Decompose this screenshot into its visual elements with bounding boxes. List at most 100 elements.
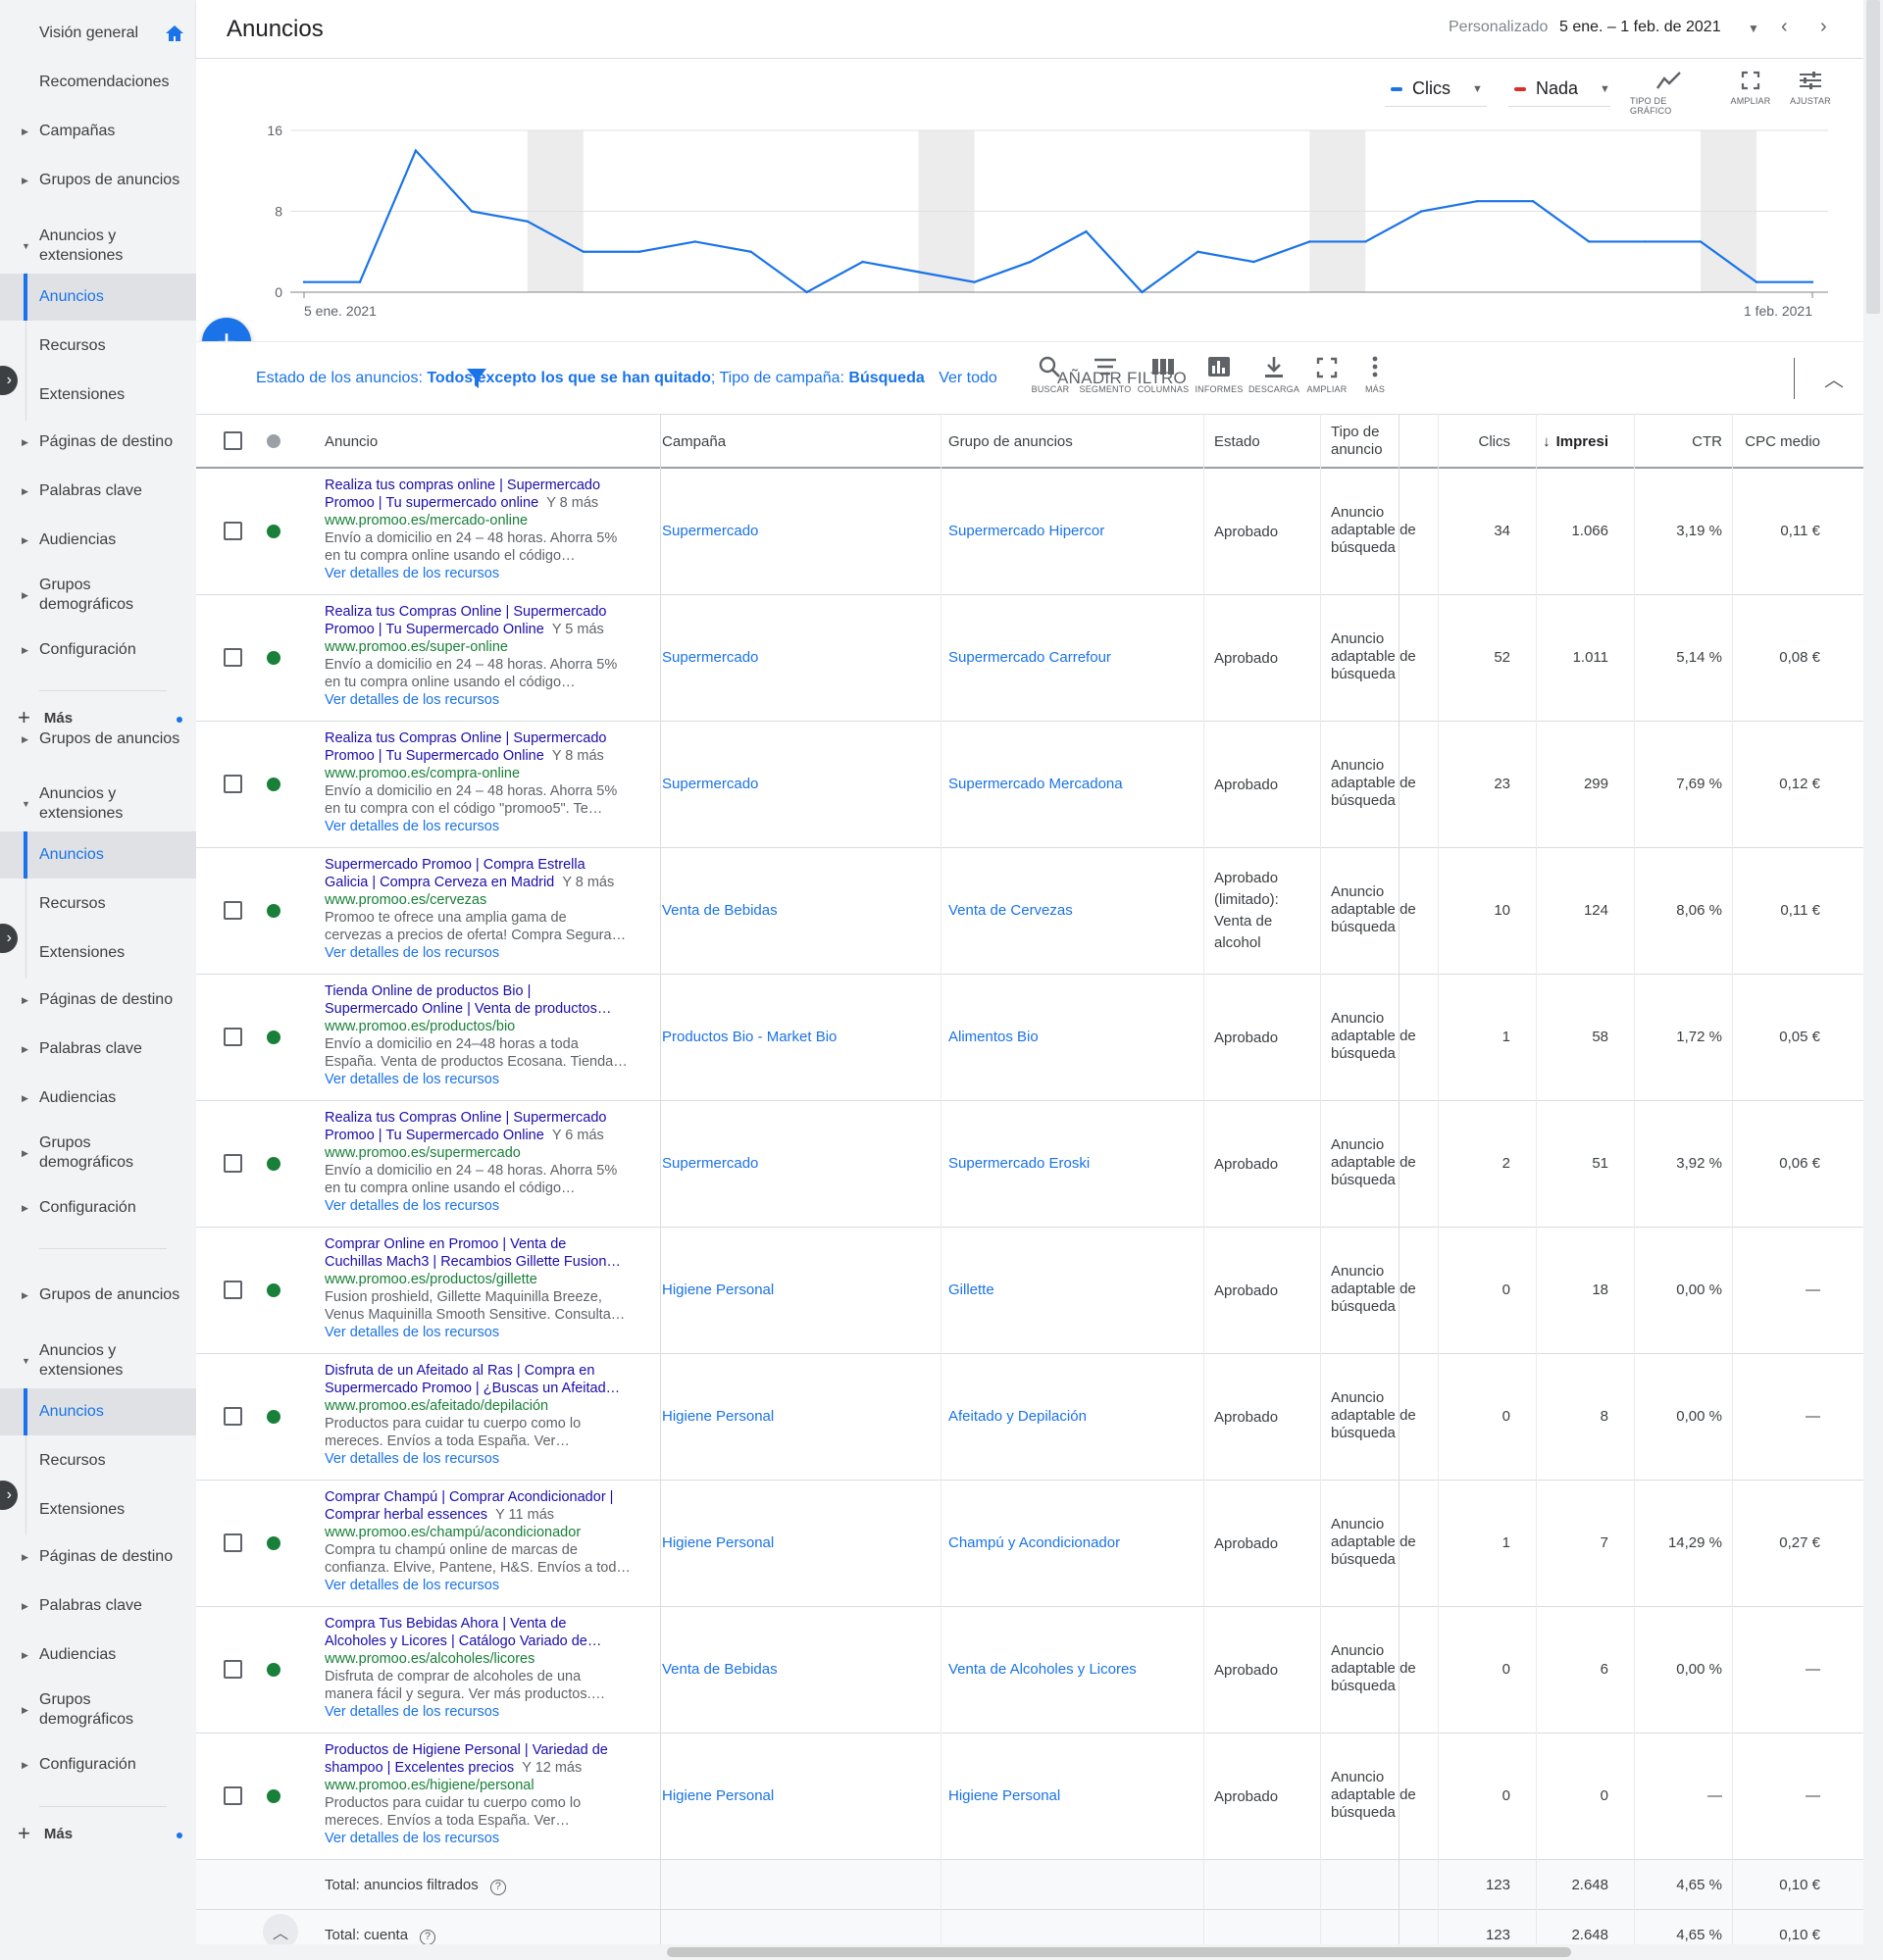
- view-asset-details-link[interactable]: Ver detalles de los recursos: [325, 1324, 638, 1341]
- sidebar-item-assets[interactable]: Recursos: [0, 882, 196, 926]
- sidebar-item-audiences[interactable]: ▶ Audiencias: [0, 1635, 196, 1675]
- campaign-link[interactable]: Supermercado: [662, 1154, 937, 1174]
- sidebar-item-demographics[interactable]: ▶ Grupos demográficos: [0, 1126, 196, 1181]
- toolbar-more-button[interactable]: MÁS: [1341, 356, 1409, 394]
- next-period-icon[interactable]: ›: [1820, 16, 1827, 38]
- ad-group-link[interactable]: Venta de Alcoholes y Licores: [948, 1660, 1203, 1680]
- ad-headline-1[interactable]: Compra Tus Bebidas Ahora | Venta de: [325, 1615, 638, 1633]
- col-ad-group[interactable]: Grupo de anuncios: [948, 415, 1073, 468]
- table-row[interactable]: Supermercado Promoo | Compra Estrella Ga…: [196, 848, 1863, 975]
- row-checkbox[interactable]: [224, 1154, 242, 1173]
- sidebar-item-audiences[interactable]: ▶ Audiencias: [0, 521, 196, 560]
- sidebar-item-landing[interactable]: ▶ Páginas de destino: [0, 1537, 196, 1577]
- view-asset-details-link[interactable]: Ver detalles de los recursos: [325, 1071, 638, 1088]
- prev-period-icon[interactable]: ‹: [1781, 16, 1788, 38]
- sidebar-item-ads[interactable]: Anuncios: [0, 274, 196, 321]
- row-checkbox[interactable]: [224, 775, 242, 793]
- row-checkbox[interactable]: [224, 1533, 242, 1552]
- row-checkbox[interactable]: [224, 1028, 242, 1046]
- row-checkbox[interactable]: [224, 1660, 242, 1679]
- collapse-chevron-icon[interactable]: ︿: [1824, 364, 1844, 392]
- vertical-scrollbar[interactable]: [1863, 0, 1883, 1960]
- col-cpc[interactable]: CPC medio: [1732, 415, 1820, 468]
- ad-headline-2[interactable]: Supermercado Promoo | ¿Buscas un Afeitad…: [325, 1380, 638, 1397]
- campaign-link[interactable]: Higiene Personal: [662, 1786, 937, 1806]
- ad-headline-1[interactable]: Supermercado Promoo | Compra Estrella: [325, 856, 638, 874]
- campaign-link[interactable]: Higiene Personal: [662, 1281, 937, 1300]
- sidebar-item-ads-ext[interactable]: ▼ Anuncios y extensiones: [0, 219, 196, 274]
- sidebar-item-campaigns[interactable]: ▶ Campañas: [0, 112, 196, 151]
- view-asset-details-link[interactable]: Ver detalles de los recursos: [325, 1830, 638, 1847]
- campaign-link[interactable]: Supermercado: [662, 648, 937, 668]
- view-asset-details-link[interactable]: Ver detalles de los recursos: [325, 1577, 638, 1594]
- date-dropdown-icon[interactable]: ▼: [1748, 22, 1759, 35]
- ad-headline-1[interactable]: Realiza tus Compras Online | Supermercad…: [325, 603, 638, 621]
- sidebar-item-assets[interactable]: Recursos: [0, 325, 196, 368]
- sidebar-item-ads[interactable]: Anuncios: [0, 1388, 196, 1435]
- view-asset-details-link[interactable]: Ver detalles de los recursos: [325, 565, 638, 582]
- date-range-value[interactable]: 5 ene. – 1 feb. de 2021: [1559, 19, 1721, 36]
- ad-headline-2[interactable]: Promoo | Tu supermercado online Y 8 más: [325, 494, 638, 512]
- sidebar-item-ad-groups[interactable]: ▶ Grupos de anuncios: [0, 720, 196, 759]
- ad-headline-1[interactable]: Productos de Higiene Personal | Variedad…: [325, 1741, 638, 1759]
- sidebar-item-settings[interactable]: ▶ Configuración: [0, 1188, 196, 1228]
- ad-headline-1[interactable]: Comprar Champú | Comprar Acondicionador …: [325, 1488, 638, 1506]
- row-checkbox[interactable]: [224, 901, 242, 920]
- sidebar-item-extensions[interactable]: Extensiones: [0, 374, 196, 417]
- see-all-link[interactable]: Ver todo: [939, 370, 997, 386]
- ad-group-link[interactable]: Supermercado Carrefour: [948, 648, 1203, 668]
- sidebar-item-landing[interactable]: ▶ Páginas de destino: [0, 423, 196, 462]
- campaign-link[interactable]: Supermercado: [662, 522, 937, 541]
- col-ad[interactable]: Anuncio: [325, 415, 378, 468]
- ad-headline-1[interactable]: Realiza tus compras online | Supermercad…: [325, 477, 638, 494]
- view-asset-details-link[interactable]: Ver detalles de los recursos: [325, 1197, 638, 1215]
- ad-headline-2[interactable]: Comprar herbal essences Y 11 más: [325, 1506, 638, 1524]
- hscroll-thumb[interactable]: [667, 1947, 1571, 1957]
- view-asset-details-link[interactable]: Ver detalles de los recursos: [325, 818, 638, 835]
- view-asset-details-link[interactable]: Ver detalles de los recursos: [325, 944, 638, 962]
- table-row[interactable]: Realiza tus Compras Online | Supermercad…: [196, 1101, 1863, 1228]
- ad-headline-2[interactable]: Promoo | Tu Supermercado Online Y 6 más: [325, 1127, 638, 1144]
- col-campaign[interactable]: Campaña: [662, 415, 726, 468]
- table-row[interactable]: Tienda Online de productos Bio | Superme…: [196, 975, 1863, 1101]
- ad-headline-1[interactable]: Tienda Online de productos Bio |: [325, 982, 638, 1000]
- help-icon[interactable]: ?: [420, 1930, 436, 1945]
- ad-group-link[interactable]: Higiene Personal: [948, 1786, 1203, 1806]
- sidebar-item-demographics[interactable]: ▶ Grupos demográficos: [0, 568, 196, 623]
- sidebar-more[interactable]: + Más: [18, 1823, 73, 1844]
- ad-group-link[interactable]: Venta de Cervezas: [948, 901, 1203, 921]
- ad-headline-2[interactable]: Galicia | Compra Cerveza en Madrid Y 8 m…: [325, 874, 638, 891]
- ad-headline-1[interactable]: Disfruta de un Afeitado al Ras | Compra …: [325, 1362, 638, 1380]
- sidebar-item-settings[interactable]: ▶ Configuración: [0, 630, 196, 670]
- ad-group-link[interactable]: Alimentos Bio: [948, 1028, 1203, 1047]
- ad-headline-2[interactable]: Promoo | Tu Supermercado Online Y 5 más: [325, 621, 638, 638]
- ad-headline-2[interactable]: Supermercado Online | Venta de productos…: [325, 1000, 638, 1018]
- date-range-type[interactable]: Personalizado: [1449, 19, 1548, 36]
- campaign-link[interactable]: Higiene Personal: [662, 1407, 937, 1427]
- ad-headline-1[interactable]: Realiza tus Compras Online | Supermercad…: [325, 1109, 638, 1127]
- table-row[interactable]: Productos de Higiene Personal | Variedad…: [196, 1734, 1863, 1860]
- campaign-link[interactable]: Higiene Personal: [662, 1533, 937, 1553]
- sidebar-item-landing[interactable]: ▶ Páginas de destino: [0, 980, 196, 1020]
- row-checkbox[interactable]: [224, 522, 242, 540]
- sidebar-item-ads-ext[interactable]: ▼ Anuncios y extensiones: [0, 777, 196, 831]
- sidebar-item-extensions[interactable]: Extensiones: [0, 1488, 196, 1532]
- sidebar-item-assets[interactable]: Recursos: [0, 1439, 196, 1483]
- sidebar-item-ads[interactable]: Anuncios: [0, 831, 196, 879]
- sidebar-item-recommendations[interactable]: Recomendaciones: [0, 63, 196, 102]
- row-checkbox[interactable]: [224, 1281, 242, 1299]
- table-row[interactable]: Disfruta de un Afeitado al Ras | Compra …: [196, 1354, 1863, 1481]
- campaign-link[interactable]: Venta de Bebidas: [662, 1660, 937, 1680]
- ad-group-link[interactable]: Supermercado Mercadona: [948, 775, 1203, 794]
- select-all-checkbox[interactable]: [224, 431, 242, 450]
- sidebar-item-keywords[interactable]: ▶ Palabras clave: [0, 1030, 196, 1069]
- active-filters[interactable]: Estado de los anuncios: Todos excepto lo…: [256, 370, 997, 387]
- ad-group-link[interactable]: Gillette: [948, 1281, 1203, 1300]
- col-clicks[interactable]: Clics: [1438, 415, 1511, 468]
- ad-headline-1[interactable]: Comprar Online en Promoo | Venta de: [325, 1235, 638, 1253]
- view-asset-details-link[interactable]: Ver detalles de los recursos: [325, 1450, 638, 1468]
- view-asset-details-link[interactable]: Ver detalles de los recursos: [325, 691, 638, 709]
- table-row[interactable]: Realiza tus Compras Online | Supermercad…: [196, 595, 1863, 722]
- help-icon[interactable]: ?: [489, 1880, 506, 1895]
- ad-headline-2[interactable]: Cuchillas Mach3 | Recambios Gillette Fus…: [325, 1253, 638, 1271]
